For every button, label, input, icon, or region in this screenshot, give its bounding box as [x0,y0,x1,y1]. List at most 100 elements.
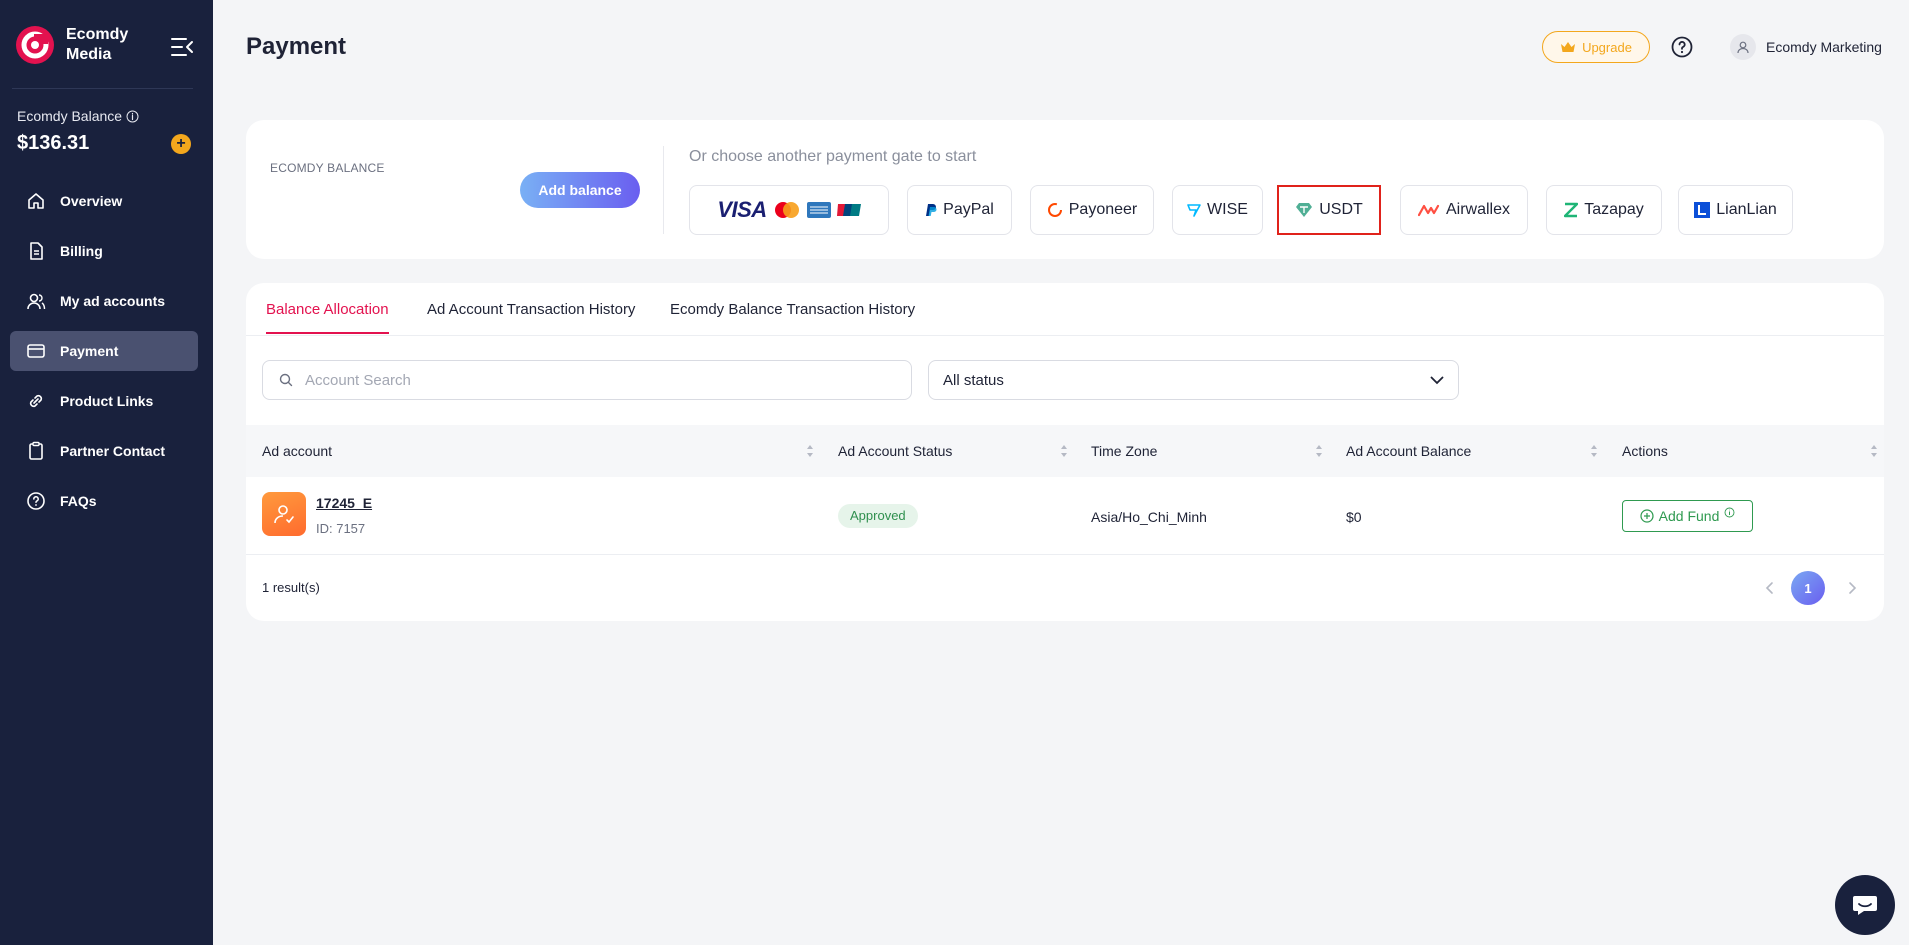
avatar [1730,34,1756,60]
collapse-menu-icon[interactable] [170,36,194,58]
sidebar-item-label: Billing [60,243,103,259]
brand-name: Ecomdy Media [66,26,129,63]
wise-icon [1187,204,1201,217]
info-icon [1724,507,1735,517]
crown-icon [1561,42,1576,52]
sidebar-item-payment[interactable]: Payment [10,331,198,371]
gate-payoneer[interactable]: Payoneer [1030,185,1154,235]
ecomdy-logo-icon [16,26,54,64]
user-menu[interactable]: Ecomdy Marketing [1730,34,1882,60]
amex-icon [806,202,831,218]
sidebar-item-my-ad-accounts[interactable]: My ad accounts [10,281,198,321]
sidebar-item-overview[interactable]: Overview [10,181,198,221]
sidebar-item-product-links[interactable]: Product Links [10,381,198,421]
sidebar-item-label: Partner Contact [60,443,166,459]
gate-airwallex[interactable]: Airwallex [1400,185,1528,235]
status-select-value: All status [943,371,1004,389]
help-icon[interactable] [1670,35,1694,59]
usdt-icon [1296,203,1313,217]
sidebar-item-partner-contact[interactable]: Partner Contact [10,431,198,471]
airwallex-icon [1417,204,1440,217]
gate-paypal[interactable]: PayPal [907,185,1012,235]
gate-lianlian[interactable]: LianLian [1678,185,1793,235]
question-icon [27,492,45,510]
sort-icon[interactable] [1060,444,1068,458]
account-search[interactable] [262,360,912,400]
sidebar-item-label: Overview [60,193,123,209]
chevron-right-icon[interactable] [1842,578,1862,598]
info-icon[interactable] [126,110,139,123]
add-balance-plus-button[interactable]: + [171,134,191,154]
balance-allocation-card: Balance Allocation Ad Account Transactio… [246,283,1884,621]
unionpay-icon [836,204,861,216]
balance-label-text: Ecomdy Balance [17,108,123,124]
upgrade-button[interactable]: Upgrade [1542,31,1650,63]
payoneer-icon [1047,203,1062,217]
sidebar-nav: Overview Billing My ad accounts Payment … [10,181,198,531]
tazapay-icon [1564,202,1579,218]
column-ad-account-balance[interactable]: Ad Account Balance [1346,443,1471,459]
column-actions[interactable]: Actions [1622,443,1668,459]
user-icon [1737,41,1749,54]
status-badge: Approved [838,504,918,528]
search-input[interactable] [305,371,865,389]
link-icon [29,394,43,408]
sidebar-item-label: Payment [60,343,119,359]
time-zone-value: Asia/Ho_Chi_Minh [1091,509,1207,525]
gate-label: USDT [1319,201,1363,218]
search-icon [279,373,293,387]
gate-tazapay[interactable]: Tazapay [1546,185,1662,235]
users-icon [27,293,46,310]
chat-button[interactable] [1835,875,1895,935]
add-fund-button[interactable]: Add Fund [1622,500,1753,532]
gate-label: WISE [1207,201,1248,218]
tab-ecomdy-balance-transaction-history[interactable]: Ecomdy Balance Transaction History [670,301,915,332]
gate-label: PayPal [943,201,994,218]
gate-label: Airwallex [1445,201,1510,218]
gate-card[interactable]: VISA [689,185,889,235]
paypal-icon [926,204,937,216]
gate-usdt[interactable]: USDT [1277,185,1381,235]
column-time-zone[interactable]: Time Zone [1091,443,1157,459]
sort-icon[interactable] [1590,444,1598,458]
card-icon [27,344,45,358]
chevron-down-icon [1430,376,1444,384]
page-button[interactable]: 1 [1791,571,1825,605]
payment-card: ECOMDY BALANCE Add balance Or choose ano… [246,120,1884,259]
plus-circle-icon [1640,509,1654,523]
tab-ad-account-transaction-history[interactable]: Ad Account Transaction History [427,301,635,332]
brand[interactable]: Ecomdy Media [14,24,146,66]
sidebar-balance-amount: $136.31 [17,132,90,154]
sort-icon[interactable] [1870,444,1878,458]
sort-icon[interactable] [806,444,814,458]
chat-icon [1853,896,1877,915]
ad-account-balance-value: $0 [1346,509,1362,525]
mastercard-icon [774,202,799,218]
table-header: Ad account Ad Account Status Time Zone A… [246,425,1884,477]
upgrade-label: Upgrade [1582,39,1632,55]
clipboard-icon [29,441,43,460]
home-icon [28,193,44,209]
chevron-left-icon[interactable] [1760,578,1780,598]
sidebar-balance-label: Ecomdy Balance [17,108,139,124]
sidebar-item-label: Product Links [60,393,154,409]
ecomdy-balance-label: ECOMDY BALANCE [270,161,385,175]
tab-balance-allocation[interactable]: Balance Allocation [266,301,389,334]
user-name: Ecomdy Marketing [1766,39,1882,55]
sidebar-item-label: FAQs [60,493,97,509]
status-select[interactable]: All status [928,360,1459,400]
gate-wise[interactable]: WISE [1172,185,1263,235]
column-ad-account-status[interactable]: Ad Account Status [838,443,952,459]
document-icon [30,242,43,260]
sort-icon[interactable] [1315,444,1323,458]
column-ad-account[interactable]: Ad account [262,443,332,459]
add-balance-button[interactable]: Add balance [520,172,640,208]
results-count: 1 result(s) [262,580,320,595]
tabs: Balance Allocation Ad Account Transactio… [246,283,1884,336]
gate-label: Tazapay [1584,201,1644,218]
gate-label: Payoneer [1068,201,1138,218]
sidebar-item-billing[interactable]: Billing [10,231,198,271]
sidebar-item-faqs[interactable]: FAQs [10,481,198,521]
ad-account-name-link[interactable]: 17245_E [316,495,372,511]
vertical-divider [663,146,664,234]
